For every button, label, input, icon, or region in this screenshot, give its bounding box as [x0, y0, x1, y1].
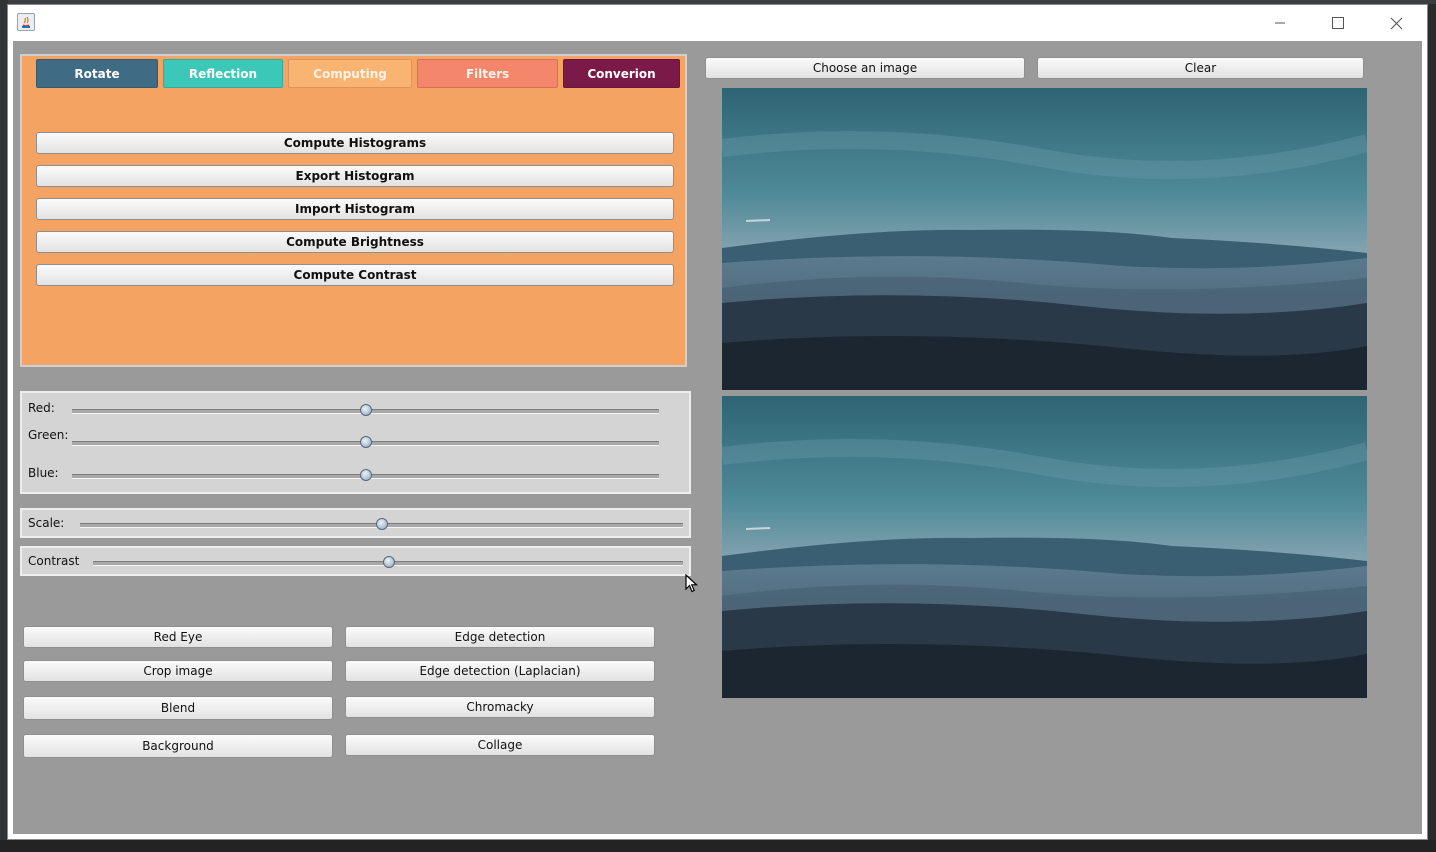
export-histogram-button[interactable]: Export Histogram: [36, 165, 674, 187]
blend-button[interactable]: Blend: [23, 696, 333, 720]
red-slider-thumb[interactable]: [360, 404, 372, 416]
tab-rotate[interactable]: Rotate: [36, 59, 158, 88]
red-eye-button[interactable]: Red Eye: [23, 626, 333, 648]
chromacky-button[interactable]: Chromacky: [345, 696, 655, 718]
maximize-icon: [1332, 17, 1344, 29]
compute-histograms-button[interactable]: Compute Histograms: [36, 132, 674, 154]
tab-reflection[interactable]: Reflection: [163, 59, 283, 88]
scale-slider-panel: Scale:: [20, 508, 691, 538]
background-ide-bottom: [0, 840, 1436, 852]
close-button[interactable]: [1367, 5, 1425, 41]
collage-button[interactable]: Collage: [345, 734, 655, 756]
tab-computing[interactable]: Computing: [288, 59, 412, 88]
minimize-button[interactable]: [1251, 5, 1309, 41]
tab-conversion[interactable]: Converion: [563, 59, 680, 88]
contrast-slider-label: Contrast: [28, 554, 80, 568]
choose-image-button[interactable]: Choose an image: [705, 57, 1025, 79]
close-icon: [1390, 17, 1403, 30]
crop-image-button[interactable]: Crop image: [23, 660, 333, 682]
import-histogram-button[interactable]: Import Histogram: [36, 198, 674, 220]
original-image: [722, 88, 1367, 390]
green-slider-thumb[interactable]: [360, 436, 372, 448]
contrast-slider-panel: Contrast: [20, 546, 691, 576]
mouse-cursor-icon: [685, 573, 699, 597]
green-slider-label: Green:: [28, 428, 69, 442]
computing-tool-panel: Rotate Reflection Computing Filters Conv…: [20, 54, 687, 367]
processed-image: [722, 396, 1367, 698]
app-window: Rotate Reflection Computing Filters Conv…: [7, 4, 1428, 840]
scale-slider-thumb[interactable]: [376, 518, 388, 530]
clear-button[interactable]: Clear: [1037, 57, 1364, 79]
minimize-icon: [1274, 17, 1286, 29]
blue-slider-thumb[interactable]: [360, 469, 372, 481]
tab-filters[interactable]: Filters: [417, 59, 558, 88]
edge-detection-laplacian-button[interactable]: Edge detection (Laplacian): [345, 660, 655, 682]
contrast-slider-thumb[interactable]: [383, 556, 395, 568]
title-bar: [8, 5, 1427, 41]
scale-slider-label: Scale:: [28, 516, 65, 530]
edge-detection-button[interactable]: Edge detection: [345, 626, 655, 648]
main-content: Rotate Reflection Computing Filters Conv…: [13, 41, 1422, 834]
compute-contrast-button[interactable]: Compute Contrast: [36, 264, 674, 286]
blue-slider-label: Blue:: [28, 466, 59, 480]
java-app-icon[interactable]: [17, 13, 35, 31]
maximize-button[interactable]: [1309, 5, 1367, 41]
rgb-slider-panel: Red: Green: Blue:: [20, 391, 691, 494]
compute-brightness-button[interactable]: Compute Brightness: [36, 231, 674, 253]
background-button[interactable]: Background: [23, 734, 333, 758]
red-slider-label: Red:: [28, 401, 55, 415]
